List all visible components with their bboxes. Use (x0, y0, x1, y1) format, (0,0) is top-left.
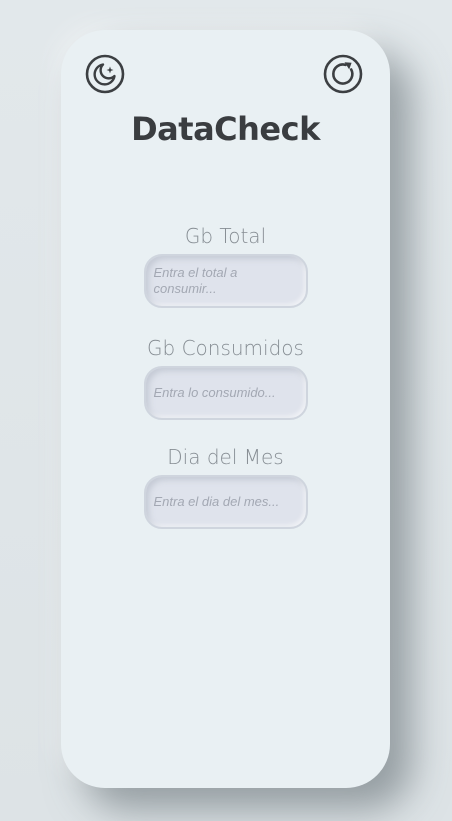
gb-total-field: Gb Total (61, 224, 390, 308)
theme-toggle-button[interactable] (85, 54, 125, 94)
dia-del-mes-input[interactable] (145, 477, 306, 527)
dia-del-mes-input-wrapper (143, 475, 308, 529)
moon-icon (85, 54, 125, 94)
gb-total-label: Gb Total (184, 224, 267, 248)
app-background: DataCheck Gb Total Gb Consumidos Dia del… (0, 0, 452, 821)
gb-consumidos-field: Gb Consumidos (61, 336, 390, 420)
gb-consumidos-input-wrapper (143, 366, 308, 420)
gb-consumidos-input[interactable] (145, 368, 306, 418)
dia-del-mes-field: Dia del Mes (61, 445, 390, 529)
gb-total-input[interactable] (145, 256, 306, 306)
app-card: DataCheck Gb Total Gb Consumidos Dia del… (61, 30, 390, 788)
app-title: DataCheck (131, 110, 320, 148)
gb-consumidos-label: Gb Consumidos (147, 336, 304, 360)
refresh-button[interactable] (323, 54, 363, 94)
gb-total-input-wrapper (143, 254, 308, 308)
dia-del-mes-label: Dia del Mes (167, 445, 284, 469)
refresh-icon (323, 54, 363, 94)
